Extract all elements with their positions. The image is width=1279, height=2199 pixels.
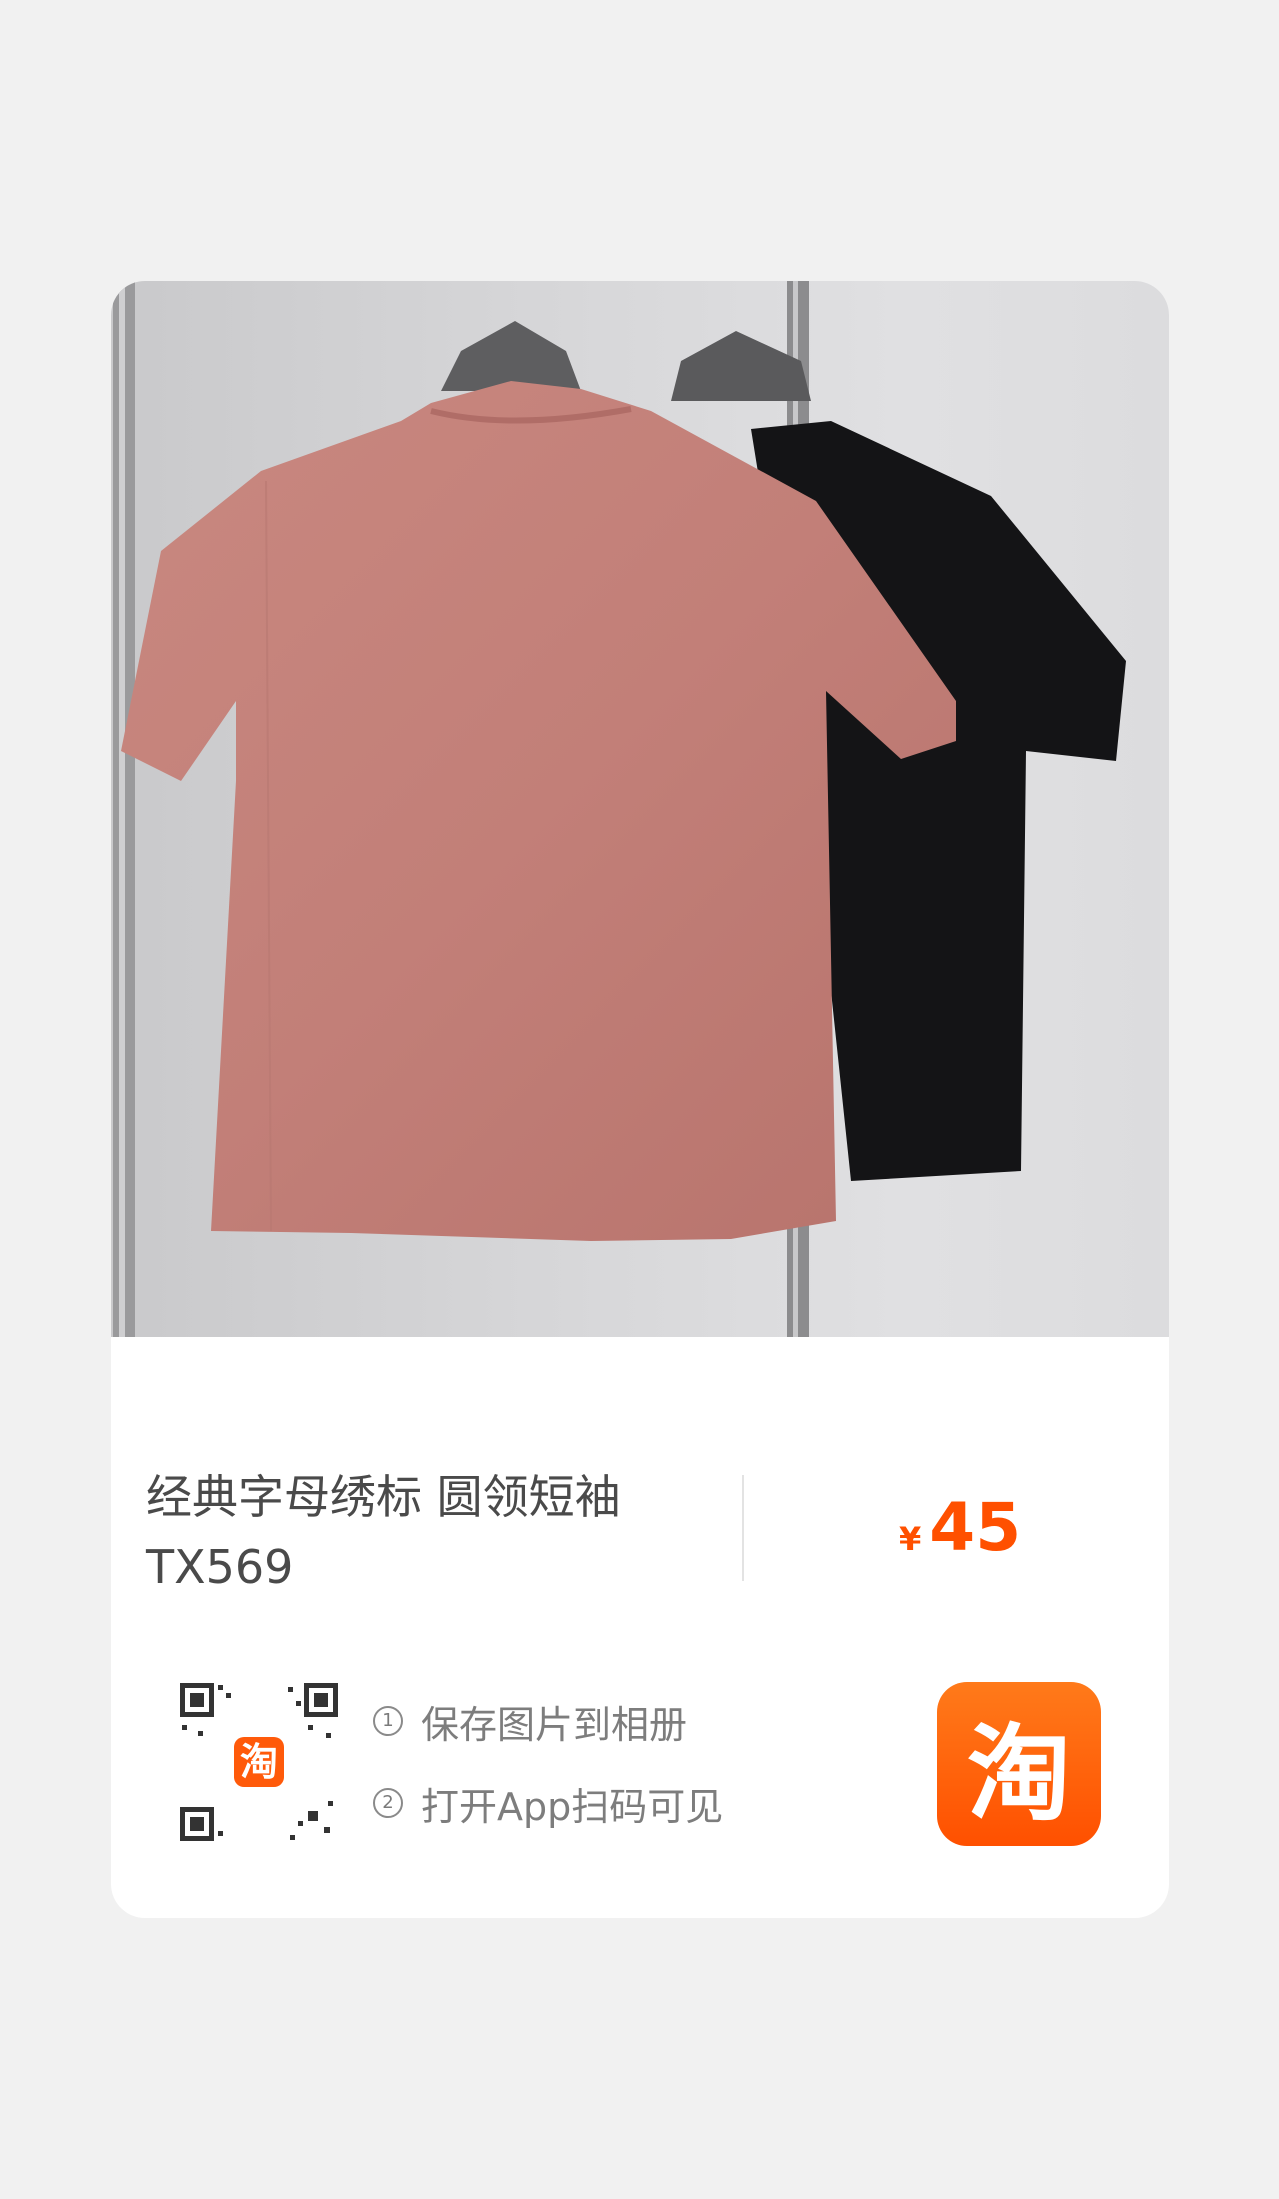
qr-code-icon: 淘 — [178, 1681, 340, 1843]
step-item: 2 打开App扫码可见 — [373, 1777, 723, 1829]
step-item: 1 保存图片到相册 — [373, 1695, 723, 1747]
share-steps: 1 保存图片到相册 2 打开App扫码可见 — [373, 1695, 723, 1859]
step-number: 1 — [373, 1706, 403, 1736]
taobao-logo-icon: 淘 — [966, 1712, 1071, 1835]
divider — [742, 1475, 744, 1581]
step-text: 保存图片到相册 — [421, 1702, 688, 1747]
tshirt-photo-icon — [113, 281, 1126, 1337]
product-image[interactable] — [111, 281, 1169, 1337]
qr-code[interactable]: 淘 — [178, 1681, 340, 1843]
step-text: 打开App扫码可见 — [421, 1784, 724, 1829]
taobao-app-logo[interactable]: 淘 — [937, 1682, 1101, 1846]
price-value: 45 — [929, 1489, 1022, 1566]
product-price: ¥ 45 — [899, 1489, 1021, 1566]
product-title: 经典字母绣标 圆领短袖 TX569 — [146, 1470, 621, 1594]
qr-center-text: 淘 — [240, 1740, 278, 1784]
step-number: 2 — [373, 1788, 403, 1818]
product-share-card: 经典字母绣标 圆领短袖 TX569 ¥ 45 淘 1 保存图片到相册 2 打开A… — [111, 281, 1169, 1918]
currency-symbol: ¥ — [899, 1520, 922, 1558]
